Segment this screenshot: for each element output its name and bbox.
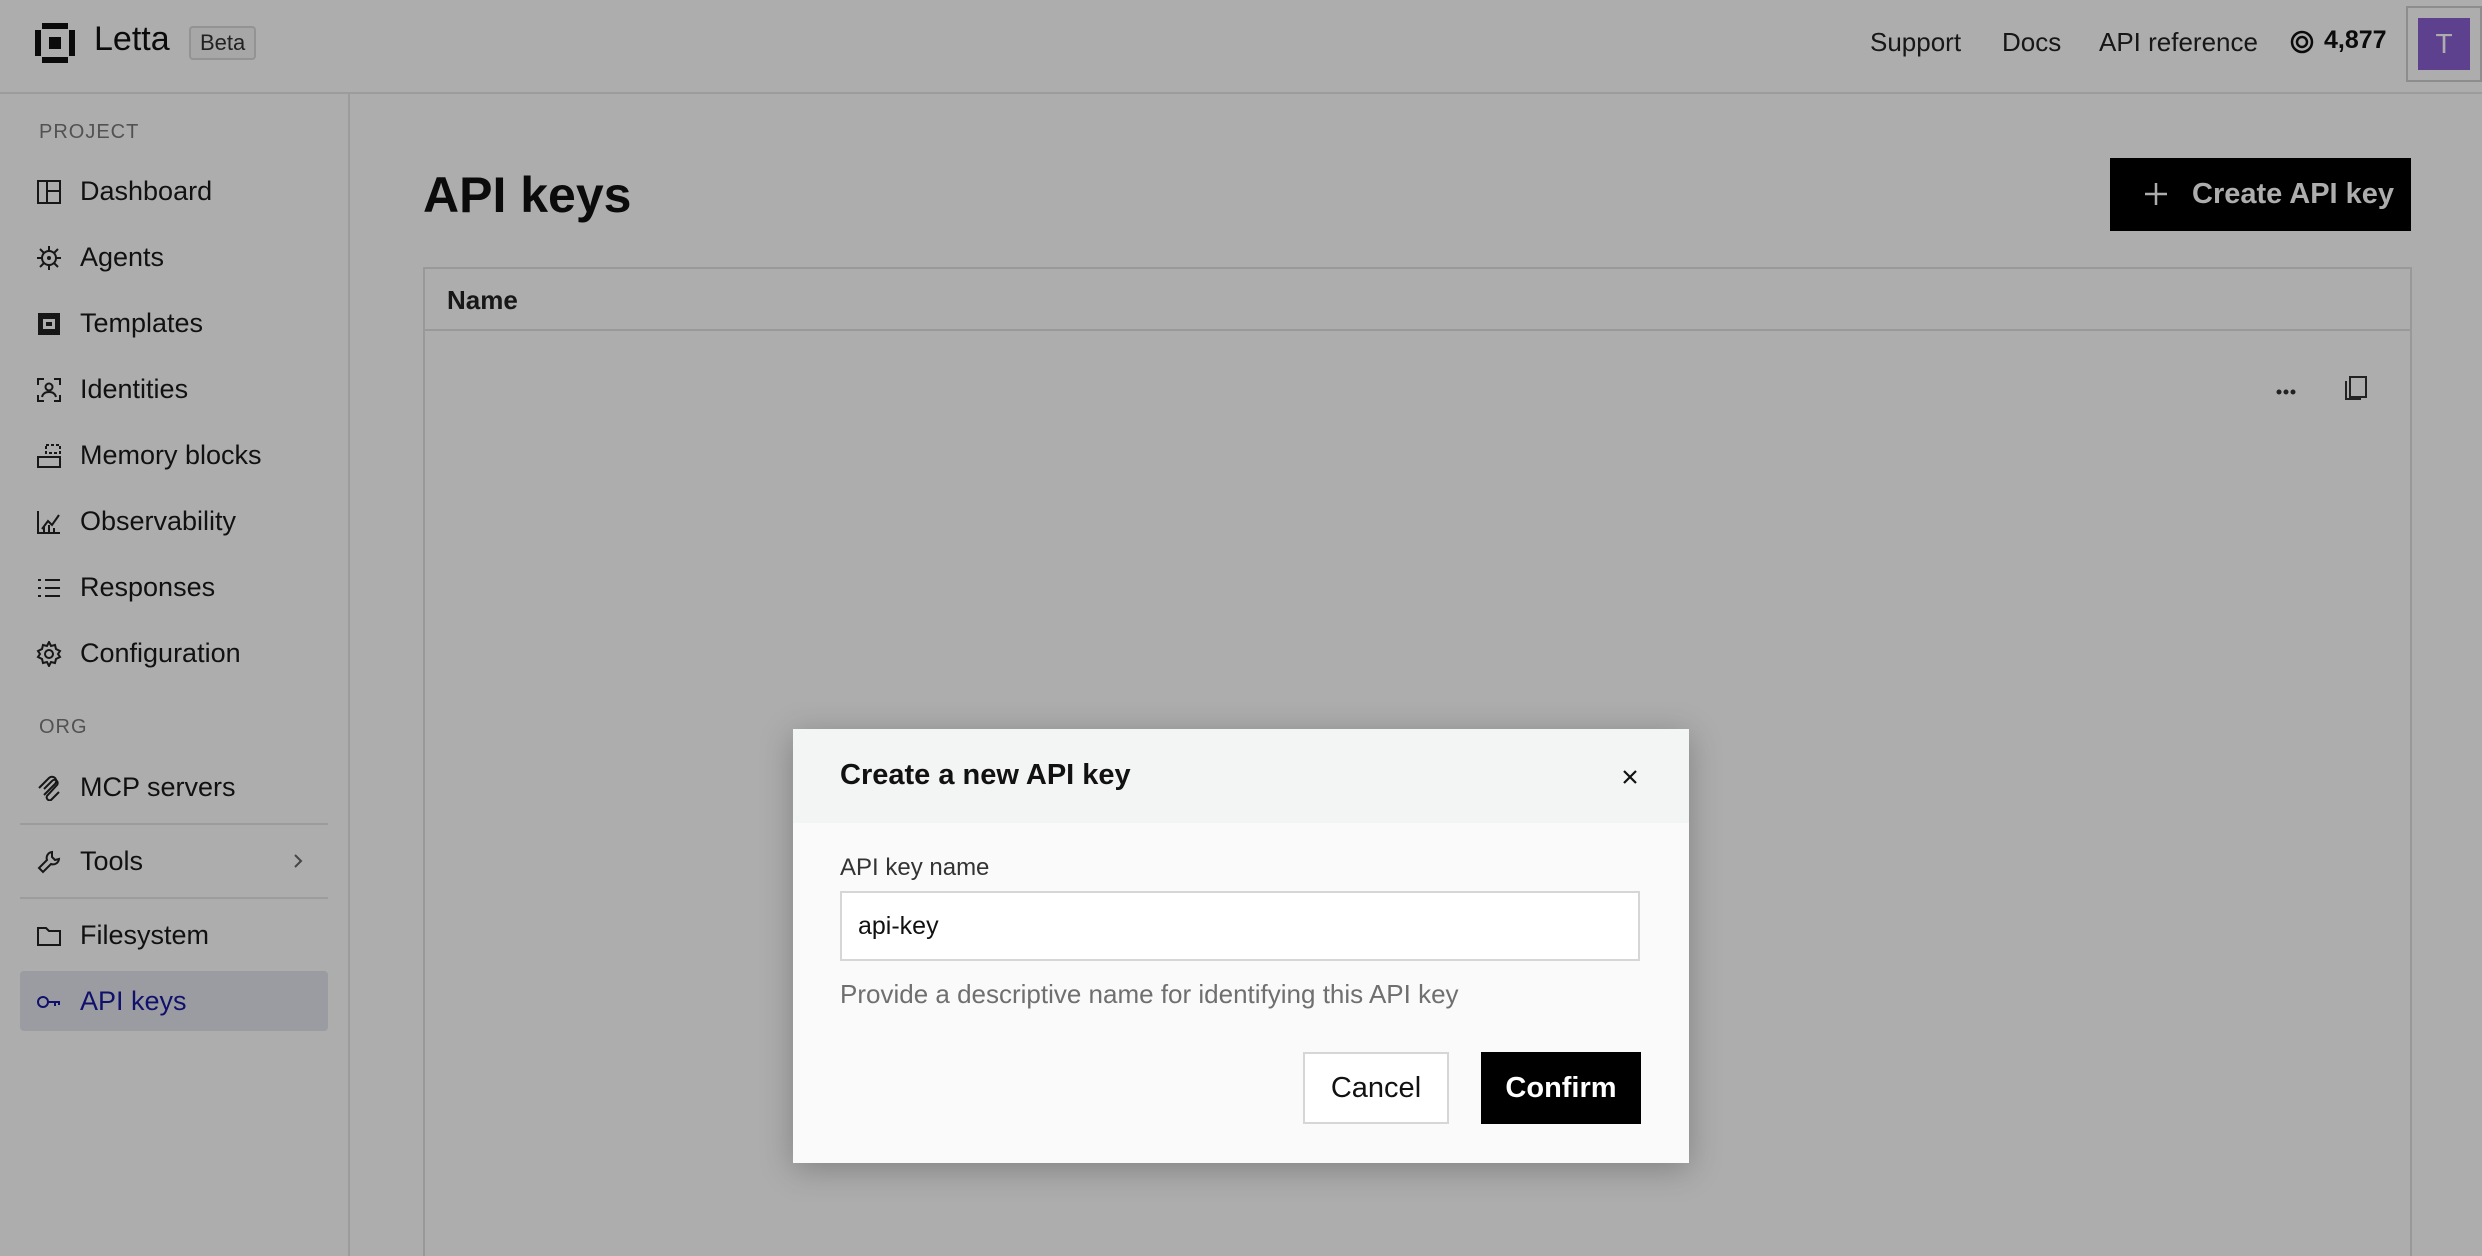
dialog-header: Create a new API key — [793, 729, 1689, 823]
create-api-key-dialog: Create a new API key API key name Provid… — [793, 729, 1689, 1163]
api-key-name-helper: Provide a descriptive name for identifyi… — [840, 979, 1459, 1009]
api-key-name-input[interactable] — [840, 891, 1640, 961]
api-key-name-label: API key name — [840, 854, 990, 881]
cancel-button[interactable]: Cancel — [1303, 1052, 1449, 1124]
confirm-button[interactable]: Confirm — [1481, 1052, 1641, 1124]
dialog-title: Create a new API key — [840, 759, 1131, 791]
close-icon[interactable] — [1618, 765, 1642, 789]
